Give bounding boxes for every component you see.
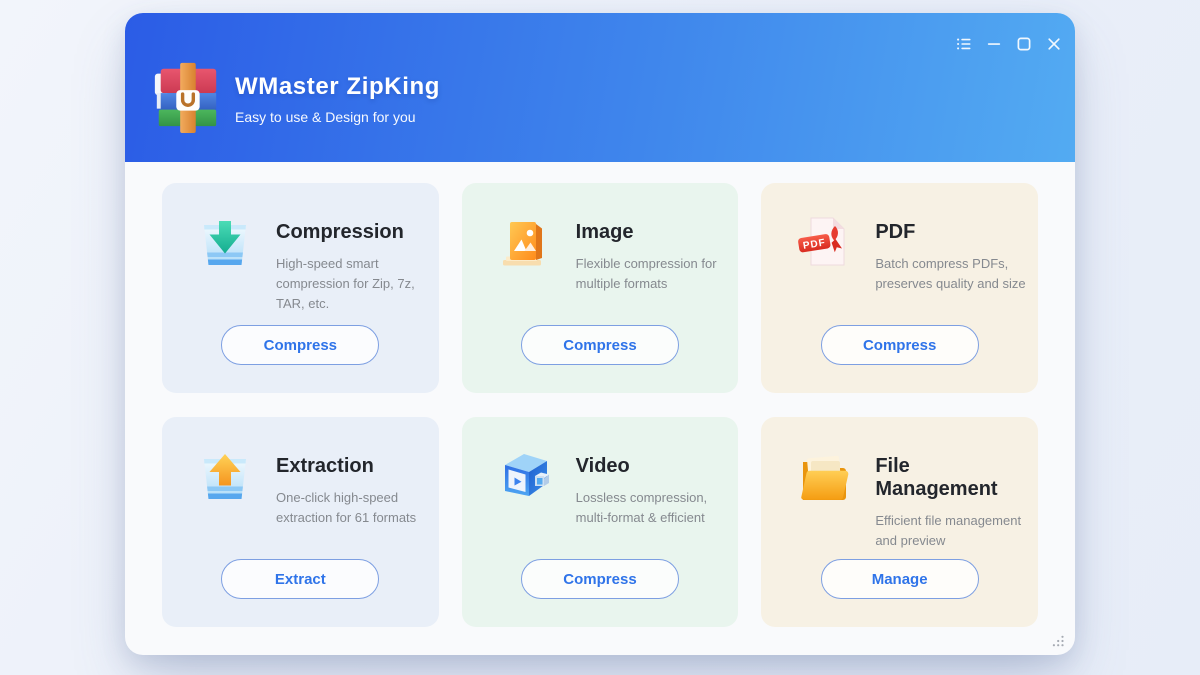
card-description: Lossless compression, multi-format & eff… — [575, 490, 708, 526]
card-text: Image Flexible compression for multiple … — [576, 213, 731, 294]
video-compress-button[interactable]: Compress — [520, 559, 679, 599]
card-compression: Compression High-speed smart compression… — [162, 183, 439, 393]
card-title: Image — [575, 221, 634, 243]
file-management-manage-button[interactable]: Manage — [820, 559, 979, 599]
card-pdf: PDF PDF Batch compress PDFs, preserves q… — [761, 183, 1038, 393]
video-cube-icon — [496, 447, 554, 505]
card-head: Video Lossless compression, multi-format… — [462, 417, 739, 528]
card-title: Extraction — [276, 455, 374, 477]
folder-icon — [795, 447, 853, 505]
compression-compress-button[interactable]: Compress — [221, 325, 380, 365]
minimize-button[interactable] — [985, 35, 1002, 52]
card-description: Efficient file management and preview — [875, 513, 1022, 549]
card-head: Extraction One-click high-speed extracti… — [162, 417, 439, 528]
window-controls — [955, 35, 1062, 52]
card-text: PDF Batch compress PDFs, preserves quali… — [875, 213, 1030, 294]
image-compress-button[interactable]: Compress — [520, 325, 679, 365]
card-file-management: File Management Efficient file managemen… — [761, 417, 1038, 627]
maximize-button[interactable] — [1015, 35, 1032, 52]
card-description: One-click high-speed extraction for 61 f… — [276, 490, 417, 526]
compress-down-arrow-icon — [196, 213, 254, 271]
feature-grid: Compression High-speed smart compression… — [162, 183, 1038, 627]
pdf-file-icon: PDF — [795, 213, 853, 271]
extraction-extract-button[interactable]: Extract — [221, 559, 380, 599]
winrar-books-logo-icon — [150, 59, 224, 139]
card-text: Video Lossless compression, multi-format… — [576, 447, 731, 528]
menu-list-button[interactable] — [955, 35, 972, 52]
close-icon — [1046, 36, 1062, 52]
extract-up-arrow-icon — [196, 447, 254, 505]
card-description: Flexible compression for multiple format… — [575, 256, 717, 292]
app-window: WMaster ZipKing Easy to use & Design for… — [125, 13, 1075, 655]
card-text: File Management Efficient file managemen… — [875, 447, 1030, 551]
card-head: Image Flexible compression for multiple … — [462, 183, 739, 294]
app-header: WMaster ZipKing Easy to use & Design for… — [125, 13, 1075, 162]
card-extraction: Extraction One-click high-speed extracti… — [162, 417, 439, 627]
card-head: File Management Efficient file managemen… — [761, 417, 1038, 551]
card-video: Video Lossless compression, multi-format… — [461, 417, 739, 627]
card-text: Extraction One-click high-speed extracti… — [276, 447, 431, 528]
resize-grip-icon[interactable] — [1051, 634, 1065, 648]
card-title: Compression — [276, 221, 404, 243]
app-title-block: WMaster ZipKing Easy to use & Design for… — [235, 73, 440, 125]
card-head: PDF PDF Batch compress PDFs, preserves q… — [761, 183, 1038, 294]
minimize-icon — [986, 36, 1002, 52]
card-head: Compression High-speed smart compression… — [162, 183, 439, 314]
maximize-icon — [1016, 36, 1032, 52]
card-text: Compression High-speed smart compression… — [276, 213, 431, 314]
app-subtitle: Easy to use & Design for you — [235, 109, 416, 125]
pdf-compress-button[interactable]: Compress — [820, 325, 979, 365]
image-frame-icon — [496, 213, 554, 271]
card-title: File Management — [875, 455, 998, 500]
app-title: WMaster ZipKing — [235, 73, 440, 100]
list-menu-icon — [956, 36, 972, 52]
card-image: Image Flexible compression for multiple … — [461, 183, 739, 393]
card-description: Batch compress PDFs, preserves quality a… — [875, 256, 1026, 292]
card-description: High-speed smart compression for Zip, 7z… — [276, 256, 415, 312]
close-button[interactable] — [1045, 35, 1062, 52]
card-title: PDF — [875, 221, 916, 243]
card-title: Video — [575, 455, 630, 477]
